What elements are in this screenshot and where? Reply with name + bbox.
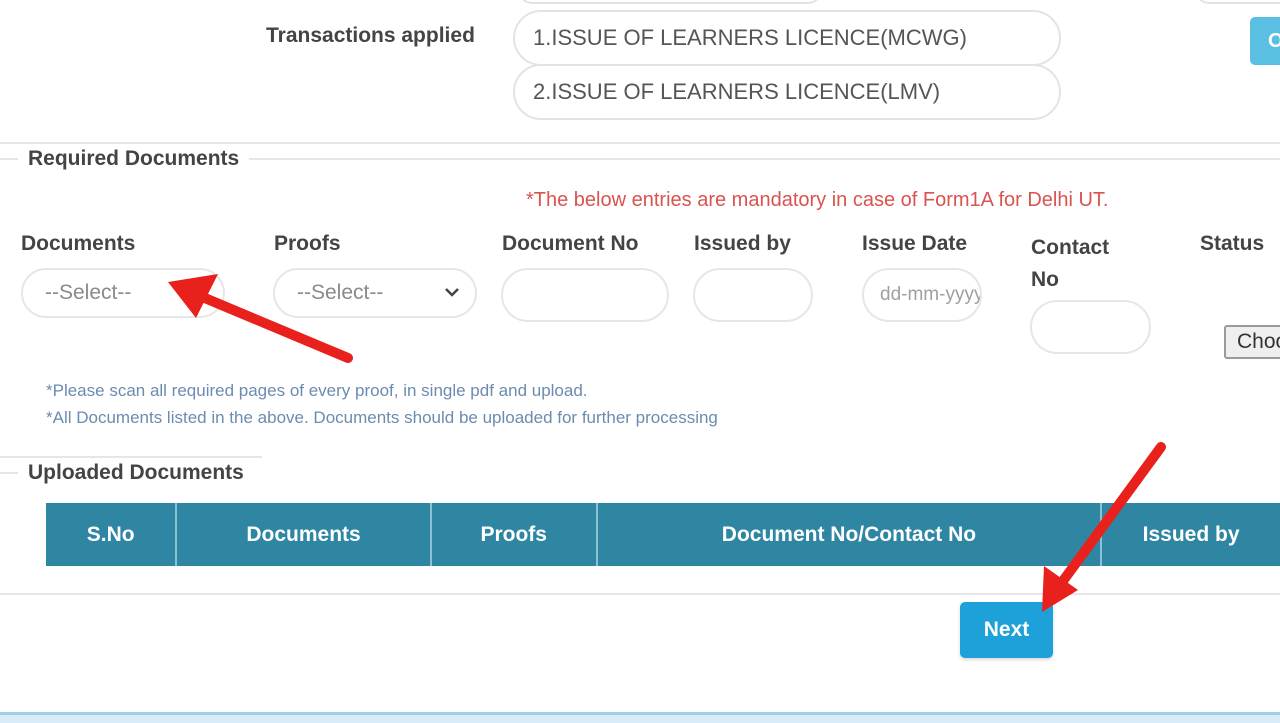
contact-no-input[interactable]	[1030, 300, 1151, 354]
next-button[interactable]: Next	[960, 602, 1053, 658]
footer-bar	[0, 712, 1280, 723]
transaction-item-text: 1.ISSUE OF LEARNERS LICENCE(MCWG)	[533, 25, 967, 50]
column-header-documents: Documents	[176, 503, 432, 566]
column-header-document-contact-no: Document No/Contact No	[596, 503, 1103, 566]
issue-date-label: Issue Date	[862, 232, 968, 255]
uploaded-documents-border	[0, 456, 262, 458]
upload-note: *All Documents listed in the above. Docu…	[46, 408, 718, 427]
issue-date-input[interactable]: dd-mm-yyyy	[862, 268, 982, 322]
transaction-item: 1.ISSUE OF LEARNERS LICENCE(MCWG)	[513, 10, 1061, 66]
transaction-item: 2.ISSUE OF LEARNERS LICENCE(LMV)	[513, 64, 1061, 120]
chevron-down-icon	[445, 288, 459, 297]
corner-action-button[interactable]: O	[1250, 17, 1280, 65]
uploaded-documents-table: S.No Documents Proofs Document No/Contac…	[46, 503, 1280, 566]
section-divider	[0, 593, 1280, 595]
previous-field-stub	[518, 0, 822, 4]
issued-by-input[interactable]	[693, 268, 813, 322]
contact-no-label: Contact No	[1031, 236, 1110, 291]
transaction-item-text: 2.ISSUE OF LEARNERS LICENCE(LMV)	[533, 79, 941, 104]
status-label: Status	[1200, 232, 1265, 255]
section-divider	[0, 142, 1280, 144]
documents-label: Documents	[21, 232, 136, 255]
choose-file-button[interactable]: Choose File	[1224, 325, 1280, 359]
proofs-label: Proofs	[274, 232, 341, 255]
choose-file-label: Choose File	[1237, 330, 1280, 353]
transactions-applied-label: Transactions applied	[266, 24, 475, 47]
proofs-select-value: --Select--	[297, 281, 384, 304]
mandatory-note: *The below entries are mandatory in case…	[526, 189, 1109, 211]
issue-date-placeholder: dd-mm-yyyy	[880, 284, 982, 305]
table-header-row: S.No Documents Proofs Document No/Contac…	[46, 503, 1280, 566]
document-no-input[interactable]	[501, 268, 669, 322]
document-no-label: Document No	[502, 232, 639, 255]
previous-field-stub	[1195, 0, 1280, 4]
documents-select[interactable]: --Select--	[21, 268, 225, 318]
uploaded-documents-border	[0, 472, 18, 474]
column-header-proofs: Proofs	[430, 503, 598, 566]
required-documents-legend: Required Documents	[18, 147, 250, 171]
scan-note: *Please scan all required pages of every…	[46, 381, 588, 400]
column-header-sno: S.No	[46, 503, 178, 566]
proofs-select[interactable]: --Select--	[273, 268, 477, 318]
uploaded-documents-legend: Uploaded Documents	[18, 461, 254, 485]
documents-select-value: --Select--	[45, 281, 132, 304]
issued-by-label: Issued by	[694, 232, 791, 255]
corner-action-label: O	[1268, 29, 1280, 52]
chevron-down-icon	[193, 288, 207, 297]
column-header-issued-by: Issued by	[1142, 522, 1240, 546]
